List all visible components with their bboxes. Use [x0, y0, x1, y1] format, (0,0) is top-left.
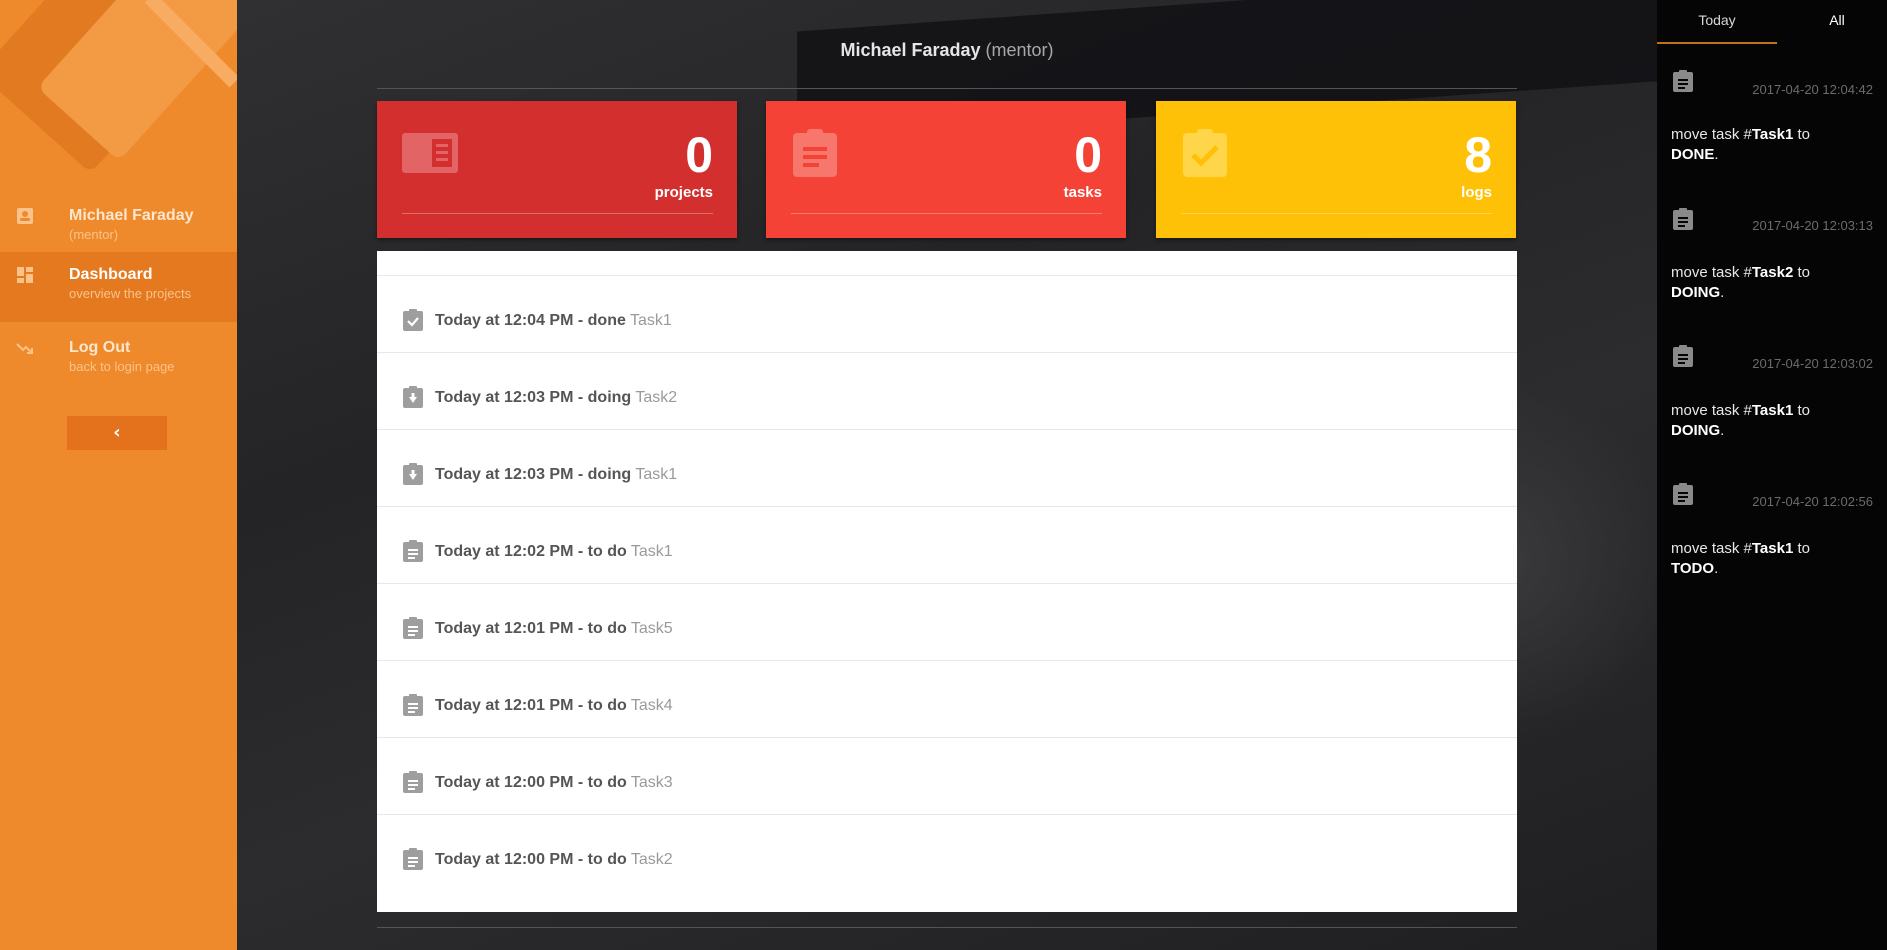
log-text: Today at 12:01 PM - to do Task4	[435, 697, 673, 714]
collapse-sidebar-button[interactable]: ‹	[67, 416, 167, 450]
clipboard-icon	[1673, 345, 1693, 367]
trend-down-icon	[16, 343, 33, 354]
logo	[0, 0, 237, 170]
activity-message: move task #Task1 to DOING.	[1671, 402, 1810, 439]
log-task[interactable]: Task2	[631, 851, 673, 868]
clipboard-check-icon	[1183, 129, 1227, 177]
log-item: Today at 12:01 PM - to do Task5	[377, 583, 1517, 660]
activity-log-list: Today at 12:04 PM - done Task1 Today at …	[377, 251, 1517, 912]
log-text: Today at 12:01 PM - to do Task5	[435, 620, 673, 637]
projects-count: 0	[685, 127, 713, 183]
log-item: Today at 12:03 PM - doing Task2	[377, 352, 1517, 429]
log-text: Today at 12:00 PM - to do Task2	[435, 851, 673, 868]
header-user-name: Michael Faraday	[840, 40, 981, 60]
sidebar: Michael Faraday (mentor) Dashboard overv…	[0, 0, 237, 950]
clipboard-down-icon	[403, 463, 423, 485]
user-card-icon	[17, 208, 33, 224]
projects-icon	[402, 133, 458, 173]
activity-message: move task #Task2 to DOING.	[1671, 264, 1810, 301]
log-text: Today at 12:00 PM - to do Task3	[435, 774, 673, 791]
log-text: Today at 12:03 PM - doing Task2	[435, 389, 678, 406]
log-task[interactable]: Task1	[631, 543, 673, 560]
clipboard-icon	[1673, 208, 1693, 230]
clipboard-icon	[403, 771, 423, 793]
sidebar-item-dashboard[interactable]: Dashboard overview the projects	[0, 252, 237, 322]
clipboard-icon	[403, 848, 423, 870]
log-task[interactable]: Task5	[631, 620, 673, 637]
activity-timestamp: 2017-04-20 12:04:42	[1752, 82, 1873, 97]
divider	[377, 88, 1517, 89]
sidebar-user-name: Michael Faraday	[69, 207, 194, 224]
clipboard-down-icon	[403, 386, 423, 408]
log-item: Today at 12:01 PM - to do Task4	[377, 660, 1517, 737]
page-title: Michael Faraday (mentor)	[377, 40, 1517, 61]
log-task[interactable]: Task4	[631, 697, 673, 714]
tasks-card[interactable]: 0 tasks	[766, 101, 1126, 238]
clipboard-icon	[1673, 483, 1693, 505]
clipboard-icon	[403, 540, 423, 562]
tab-all[interactable]: All	[1777, 0, 1887, 44]
activity-timestamp: 2017-04-20 12:02:56	[1752, 494, 1873, 509]
sidebar-item-sublabel: overview the projects	[69, 286, 192, 301]
tab-today[interactable]: Today	[1657, 0, 1777, 44]
projects-label: projects	[654, 184, 713, 201]
activity-message: move task #Task1 to DONE.	[1671, 126, 1810, 163]
sidebar-user-role: (mentor)	[69, 227, 119, 242]
tasks-count: 0	[1074, 127, 1102, 183]
log-task[interactable]: Task2	[635, 389, 677, 406]
clipboard-check-icon	[403, 309, 423, 331]
log-task[interactable]: Task3	[631, 774, 673, 791]
logs-label: logs	[1461, 184, 1492, 201]
projects-card[interactable]: 0 projects	[377, 101, 737, 238]
main-content: Michael Faraday (mentor) 0 projects 0 ta…	[237, 0, 1657, 950]
activity-message: move task #Task1 to TODO.	[1671, 540, 1810, 577]
chevron-left-icon: ‹	[113, 422, 121, 443]
sidebar-item-label: Log Out	[69, 339, 131, 356]
sidebar-item-label: Dashboard	[69, 266, 153, 283]
log-text: Today at 12:03 PM - doing Task1	[435, 466, 678, 483]
logs-count: 8	[1464, 127, 1492, 183]
log-text: Today at 12:04 PM - done Task1	[435, 312, 672, 329]
header-user-role: (mentor)	[985, 40, 1054, 60]
logs-card[interactable]: 8 logs	[1156, 101, 1516, 238]
log-item: Today at 12:04 PM - done Task1	[377, 275, 1517, 352]
clipboard-icon	[403, 617, 423, 639]
activity-timestamp: 2017-04-20 12:03:13	[1752, 218, 1873, 233]
sidebar-item-logout[interactable]: Log Out back to login page	[0, 325, 237, 395]
activity-panel: Today All 2017-04-20 12:04:42 move task …	[1657, 0, 1887, 950]
clipboard-icon	[793, 129, 837, 177]
divider	[377, 927, 1517, 928]
log-task[interactable]: Task1	[635, 466, 677, 483]
activity-timestamp: 2017-04-20 12:03:02	[1752, 356, 1873, 371]
clipboard-icon	[1673, 70, 1693, 92]
log-item: Today at 12:00 PM - to do Task3	[377, 737, 1517, 814]
divider	[402, 213, 713, 214]
tasks-label: tasks	[1063, 184, 1102, 201]
log-item: Today at 12:00 PM - to do Task2	[377, 814, 1517, 891]
dashboard-icon	[17, 267, 33, 283]
log-text: Today at 12:02 PM - to do Task1	[435, 543, 673, 560]
log-item: Today at 12:03 PM - doing Task1	[377, 429, 1517, 506]
clipboard-icon	[403, 694, 423, 716]
log-item: Today at 12:02 PM - to do Task1	[377, 506, 1517, 583]
divider	[791, 213, 1102, 214]
divider	[1181, 213, 1492, 214]
sidebar-item-sublabel: back to login page	[69, 359, 175, 374]
log-task[interactable]: Task1	[630, 312, 672, 329]
